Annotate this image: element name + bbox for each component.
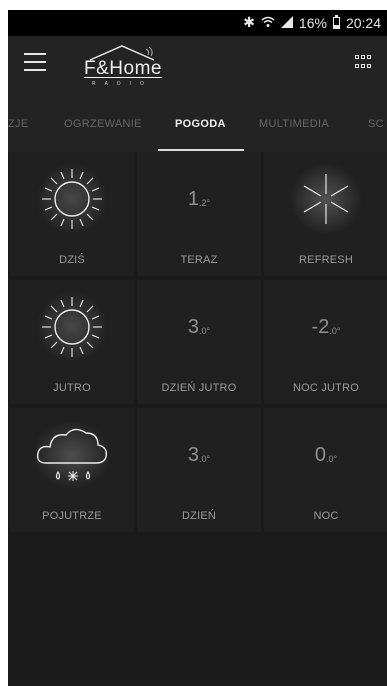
tile-label: DZIEŃ JUTRO — [161, 382, 237, 394]
tile-label: DZIŚ — [59, 254, 85, 266]
menu-icon[interactable] — [24, 53, 46, 71]
tile-tomorrow[interactable]: JUTRO — [10, 280, 134, 404]
battery-icon — [332, 14, 340, 29]
tile-label: NOC — [313, 510, 339, 522]
wifi-icon — [261, 15, 275, 31]
active-tab-indicator — [158, 149, 244, 151]
tile-label: POJUTRZE — [42, 510, 102, 522]
tile-night-tomorrow[interactable]: -2.0° NOC JUTRO — [264, 280, 387, 404]
tab-multimedia[interactable]: MULTIMEDIA — [259, 118, 329, 130]
bluetooth-icon: ✱ — [243, 14, 255, 30]
battery-percent: 16% — [298, 14, 327, 31]
tile-day[interactable]: 3.0° DZIEŃ — [137, 408, 261, 532]
tab-ogrzewanie[interactable]: OGRZEWANIE — [64, 118, 142, 130]
tile-label: DZIEŃ — [182, 510, 216, 522]
temperature-value: 3.0° — [187, 444, 211, 466]
tile-label: NOC JUTRO — [293, 382, 359, 394]
tab-partial-left[interactable]: ZJE — [8, 118, 28, 130]
tile-label: TERAZ — [180, 254, 218, 266]
tile-after-tomorrow[interactable]: POJUTRZE — [10, 408, 134, 532]
grid-view-icon[interactable] — [355, 55, 371, 71]
logo-subtitle: RADIO — [92, 81, 153, 87]
signal-icon — [280, 15, 293, 31]
temperature-value: 1.2° — [187, 188, 211, 210]
tab-bar: ZJE OGRZEWANIE POGODA MULTIMEDIA SC — [8, 94, 387, 152]
tile-day-tomorrow[interactable]: 3.0° DZIEŃ JUTRO — [137, 280, 261, 404]
temperature-value: 3.0° — [187, 316, 211, 338]
tab-pogoda[interactable]: POGODA — [175, 118, 226, 130]
tile-label: REFRESH — [299, 254, 353, 266]
logo-text: F&Home — [84, 58, 162, 79]
app-logo: F&Home RADIO — [82, 44, 212, 88]
tile-now[interactable]: 1.2° TERAZ — [137, 152, 261, 276]
tile-label: JUTRO — [53, 382, 91, 394]
app-screen: ✱ 16% 20:24 F&Home RADIO ZJE OGRZEWANIE … — [8, 10, 387, 686]
sun-icon — [36, 163, 108, 235]
refresh-star-icon — [290, 163, 362, 235]
tile-today[interactable]: DZIŚ — [10, 152, 134, 276]
tile-refresh[interactable]: REFRESH — [264, 152, 387, 276]
clock: 20:24 — [345, 14, 381, 31]
cloud-rain-snow-icon — [32, 421, 112, 489]
app-bar: F&Home RADIO — [8, 36, 387, 94]
temperature-value: 0.0° — [314, 444, 338, 466]
tab-partial-right[interactable]: SC — [368, 118, 384, 130]
tile-night[interactable]: 0.0° NOC — [264, 408, 387, 532]
sun-icon — [36, 291, 108, 363]
temperature-value: -2.0° — [311, 316, 341, 338]
status-bar: ✱ 16% 20:24 — [8, 10, 387, 36]
